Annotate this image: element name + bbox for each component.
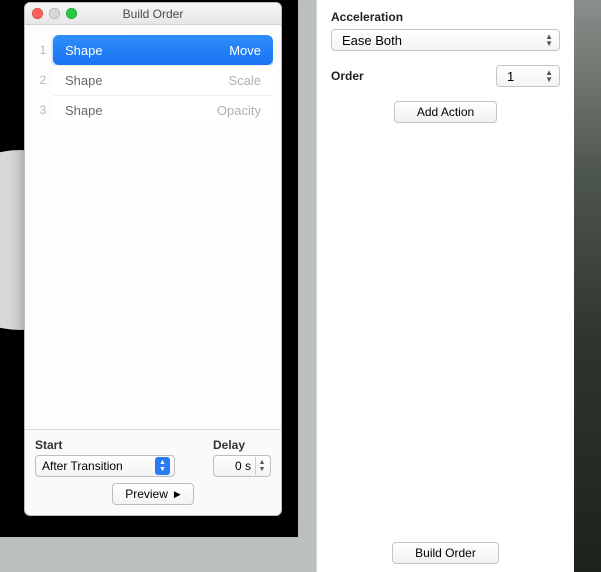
chevron-updown-icon: ▲▼ — [545, 33, 553, 47]
build-effect: Scale — [228, 73, 261, 88]
build-name: Shape — [65, 73, 103, 88]
chevron-updown-icon: ▲▼ — [155, 457, 170, 475]
build-index: 3 — [33, 103, 53, 117]
start-label: Start — [35, 438, 195, 452]
delay-label: Delay — [213, 438, 271, 452]
stepper-icon: ▲▼ — [255, 457, 268, 475]
inspector-panel: Acceleration Ease Both ▲▼ Order 1 ▲▼ Add… — [316, 0, 574, 572]
acceleration-select[interactable]: Ease Both ▲▼ — [331, 29, 560, 51]
window-bottom-controls: Start After Transition ▲▼ Delay 0 s ▲▼ P… — [25, 429, 281, 515]
acceleration-value: Ease Both — [342, 33, 402, 48]
add-action-label: Add Action — [417, 105, 474, 119]
build-order-window: Build Order 1 Shape Move 2 Shape Scale 3 — [24, 2, 282, 516]
order-label: Order — [331, 69, 364, 83]
order-value: 1 — [507, 69, 514, 84]
preview-button[interactable]: Preview ▶ — [112, 483, 194, 505]
start-select[interactable]: After Transition ▲▼ — [35, 455, 175, 477]
build-name: Shape — [65, 43, 103, 58]
build-index: 2 — [33, 73, 53, 87]
chevron-updown-icon: ▲▼ — [545, 69, 553, 83]
play-icon: ▶ — [174, 489, 181, 500]
start-value: After Transition — [42, 459, 123, 473]
build-list: 1 Shape Move 2 Shape Scale 3 Shape Opaci… — [25, 25, 281, 125]
delay-stepper[interactable]: 0 s ▲▼ — [213, 455, 271, 477]
add-action-button[interactable]: Add Action — [394, 101, 497, 123]
build-order-button[interactable]: Build Order — [392, 542, 499, 564]
desktop-background-strip — [574, 0, 601, 572]
build-row[interactable]: 3 Shape Opacity — [33, 95, 273, 125]
build-index: 1 — [33, 43, 53, 57]
build-name: Shape — [65, 103, 103, 118]
acceleration-label: Acceleration — [331, 10, 560, 24]
delay-value: 0 s — [214, 459, 255, 473]
window-titlebar[interactable]: Build Order — [25, 3, 281, 25]
build-row[interactable]: 1 Shape Move — [33, 35, 273, 65]
build-row[interactable]: 2 Shape Scale — [33, 65, 273, 95]
order-select[interactable]: 1 ▲▼ — [496, 65, 560, 87]
preview-label: Preview — [125, 487, 168, 501]
build-order-label: Build Order — [415, 546, 476, 560]
build-effect: Opacity — [217, 103, 261, 118]
window-title: Build Order — [25, 7, 281, 21]
build-effect: Move — [229, 43, 261, 58]
